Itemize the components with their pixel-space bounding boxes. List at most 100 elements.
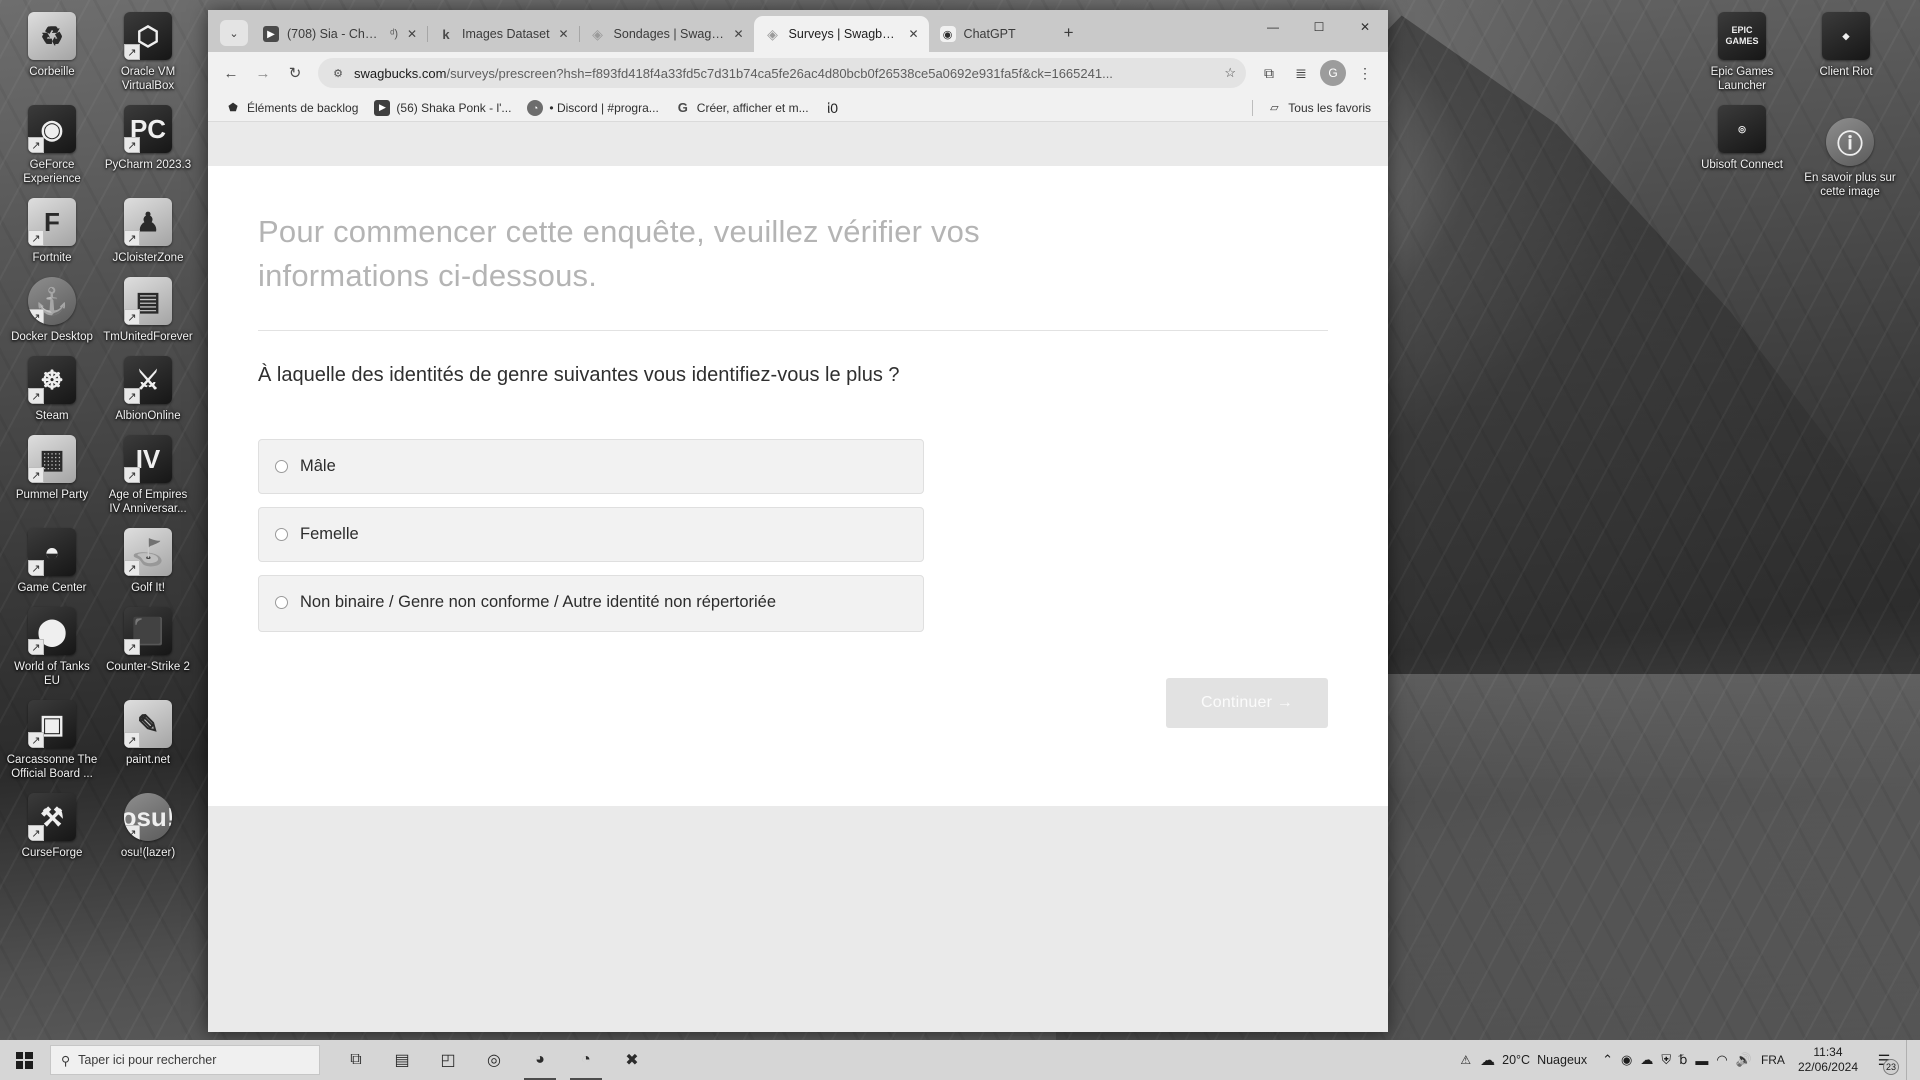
desktop-icon-counter-strike-2[interactable]: ⬛ ↗ Counter-Strike 2	[100, 601, 196, 678]
browser-tab[interactable]: ◉ ChatGPT	[929, 16, 1049, 52]
survey-option[interactable]: Mâle	[258, 439, 924, 494]
page-top-spacer	[208, 122, 1388, 166]
reading-list-icon[interactable]: ≣	[1286, 58, 1316, 88]
desktop-icon-riot-client[interactable]: ◆ Client Riot	[1794, 6, 1898, 83]
page-viewport: Pour commencer cette enquête, veuillez v…	[208, 122, 1388, 1032]
radio-button-icon[interactable]	[275, 596, 288, 609]
all-bookmarks-button[interactable]: ▱ Tous les favoris	[1259, 97, 1378, 119]
tab-close-icon[interactable]: ✕	[558, 27, 570, 41]
bookmark-item[interactable]: ἱ0	[818, 97, 848, 119]
minimize-button[interactable]: —	[1250, 10, 1296, 43]
survey-option[interactable]: Femelle	[258, 507, 924, 562]
maximize-button[interactable]: ☐	[1296, 10, 1342, 43]
desktop-icon-ubisoft-connect[interactable]: ◎ Ubisoft Connect	[1690, 99, 1794, 176]
address-bar[interactable]: ⚙ swagbucks.com/surveys/prescreen?hsh=f8…	[318, 58, 1246, 88]
language-indicator[interactable]: FRA	[1761, 1053, 1785, 1067]
profile-avatar[interactable]: G	[1320, 60, 1346, 86]
extensions-icon[interactable]: ⧉	[1254, 58, 1284, 88]
taskbar-search-box[interactable]: ⚲ Taper ici pour rechercher	[50, 1045, 320, 1075]
tab-close-icon[interactable]: ✕	[406, 27, 418, 41]
desktop-icon-world-of-tanks-eu[interactable]: ⬤ ↗ World of Tanks EU	[4, 601, 100, 692]
bookmark-item[interactable]: ▶ (56) Shaka Ponk - l'...	[367, 97, 518, 119]
chrome-browser-window: ⌄ ▶ (708) Sia - Cheap ᵈ) ✕ k Images Dataset ✕ ◈…	[208, 10, 1388, 1032]
taskbar-vscode-icon[interactable]: ✖	[610, 1040, 654, 1080]
desktop-icon-albion-online[interactable]: ⚔ ↗ AlbionOnline	[100, 350, 196, 427]
browser-tab[interactable]: ◈ Sondages | Swagbuc ✕	[579, 16, 755, 52]
desktop-icon-pycharm[interactable]: PC ↗ PyCharm 2023.3	[100, 99, 196, 176]
desktop-icon-age-of-empires-iv[interactable]: IV ↗ Age of Empires IV Anniversar...	[100, 429, 196, 520]
chrome-menu-icon[interactable]: ⋮	[1350, 58, 1380, 88]
desktop-icon-label: Epic Games Launcher	[1710, 66, 1774, 92]
taskbar-chrome-icon[interactable]: ◕	[518, 1040, 562, 1080]
tray-icon-group: ⌃ ◉ ☁ ⛨ ␢ ▬ ◠ 🔊	[1602, 1052, 1752, 1068]
radio-button-icon[interactable]	[275, 460, 288, 473]
bookmark-star-icon[interactable]: ☆	[1224, 65, 1236, 81]
tray-warning-icon[interactable]: ⚠	[1460, 1053, 1471, 1067]
tray-bluetooth-icon[interactable]: ␢	[1679, 1052, 1687, 1068]
tab-search-icon[interactable]: ⌄	[220, 20, 248, 46]
tray-wifi-icon[interactable]: ◠	[1716, 1052, 1727, 1068]
tab-close-icon[interactable]: ✕	[733, 27, 745, 41]
tray-volume-icon[interactable]: 🔊	[1736, 1052, 1752, 1068]
carcassonne-icon: ▣ ↗	[28, 700, 76, 748]
tray-onedrive-icon[interactable]: ☁	[1640, 1052, 1653, 1068]
learn-more-about-image-icon[interactable]: ⓘ En savoir plus sur cette image	[1794, 112, 1906, 205]
swagbucks-icon: ◈	[592, 25, 603, 42]
desktop-icon-docker-desktop[interactable]: ⚓ ↗ Docker Desktop	[4, 271, 100, 348]
shortcut-overlay-icon: ↗	[124, 44, 140, 60]
tray-battery-icon[interactable]: ▬	[1695, 1053, 1708, 1068]
desktop-icon-fortnite[interactable]: F ↗ Fortnite	[4, 192, 100, 269]
browser-tab[interactable]: ◈ Surveys | Swagbucks ✕	[753, 16, 929, 52]
desktop-icon-carcassonne[interactable]: ▣ ↗ Carcassonne The Official Board ...	[4, 694, 100, 785]
tab-audio-icon[interactable]: ᵈ)	[390, 28, 398, 40]
desktop-icon-epic-games-launcher[interactable]: EPIC GAMES Epic Games Launcher	[1690, 6, 1794, 97]
desktop-icon-tmunitedforever[interactable]: ▤ ↗ TmUnitedForever	[100, 271, 196, 348]
survey-option[interactable]: Non binaire / Genre non conforme / Autre…	[258, 575, 924, 632]
bookmark-item[interactable]: ⬟ Éléments de backlog	[218, 97, 365, 119]
notification-center-button[interactable]: ☰ 23	[1871, 1047, 1899, 1075]
survey-options-list: Mâle Femelle Non binaire / Genre non confo…	[258, 439, 924, 632]
desktop-icon-golf-it[interactable]: ⛳ ↗ Golf It!	[100, 522, 196, 599]
start-button[interactable]	[0, 1040, 48, 1080]
taskbar-discord-icon[interactable]: ◔	[564, 1040, 608, 1080]
shortcut-overlay-icon: ↗	[28, 825, 44, 841]
steam-icon: ☸ ↗	[28, 356, 76, 404]
back-button[interactable]: ←	[216, 58, 246, 88]
desktop-icon-curseforge[interactable]: ⚒ ↗ CurseForge	[4, 787, 100, 864]
bookmark-item[interactable]: ◔ • Discord | #progra...	[520, 97, 665, 119]
browser-tab[interactable]: ▶ (708) Sia - Cheap ᵈ) ✕	[252, 16, 428, 52]
desktop-icon-label: Client Riot	[1819, 66, 1873, 78]
bookmark-item[interactable]: G Créer, afficher et m...	[668, 97, 816, 119]
site-settings-icon[interactable]: ⚙	[330, 65, 346, 81]
radio-button-icon[interactable]	[275, 528, 288, 541]
show-desktop-button[interactable]	[1906, 1040, 1914, 1080]
browser-tab[interactable]: k Images Dataset ✕	[427, 16, 580, 52]
tray-security-icon[interactable]: ⛨	[1661, 1052, 1671, 1068]
taskbar-file-explorer-icon[interactable]: ▤	[380, 1040, 424, 1080]
tray-show-hidden-icons[interactable]: ⌃	[1602, 1052, 1613, 1068]
desktop-icon-jcloisterzone[interactable]: ♟ ↗ JCloisterZone	[100, 192, 196, 269]
desktop-icon-pummel-party[interactable]: ▦ ↗ Pummel Party	[4, 429, 100, 506]
taskbar-photos-icon[interactable]: ◰	[426, 1040, 470, 1080]
forward-button[interactable]: →	[248, 58, 278, 88]
reload-button[interactable]: ↻	[280, 58, 310, 88]
taskbar-ubisoft-connect-icon[interactable]: ◎	[472, 1040, 516, 1080]
taskbar-weather[interactable]: ☁ 20°C Nuageux	[1480, 1051, 1587, 1069]
tab-close-icon[interactable]: ✕	[908, 27, 920, 41]
desktop-icon-game-center[interactable]: ◓ ↗ Game Center	[4, 522, 100, 599]
desktop-icon-paint-net[interactable]: ✎ ↗ paint.net	[100, 694, 196, 771]
close-window-button[interactable]: ✕	[1342, 10, 1388, 43]
page-bottom-spacer	[208, 806, 1388, 1032]
desktop-icon-geforce-experience[interactable]: ◉ ↗ GeForce Experience	[4, 99, 100, 190]
riot-client-icon: ◆	[1822, 12, 1870, 60]
desktop-icon-osu-lazer[interactable]: osu!↗ osu!(lazer)	[100, 787, 196, 864]
taskbar-task-view-icon[interactable]: ⧉	[334, 1040, 378, 1080]
fortnite-icon: F ↗	[28, 198, 76, 246]
continue-button[interactable]: Continuer →	[1166, 678, 1328, 728]
taskbar-clock[interactable]: 11:34 22/06/2024	[1794, 1045, 1862, 1075]
desktop-icon-steam[interactable]: ☸ ↗ Steam	[4, 350, 100, 427]
desktop-icon-oracle-vm-virtualbox[interactable]: ⬡ ↗ Oracle VM VirtualBox	[100, 6, 196, 97]
desktop-icon-recycle-bin[interactable]: ♻ Corbeille	[4, 6, 100, 83]
tray-nvidia-icon[interactable]: ◉	[1621, 1052, 1632, 1068]
new-tab-button[interactable]: +	[1055, 19, 1083, 47]
